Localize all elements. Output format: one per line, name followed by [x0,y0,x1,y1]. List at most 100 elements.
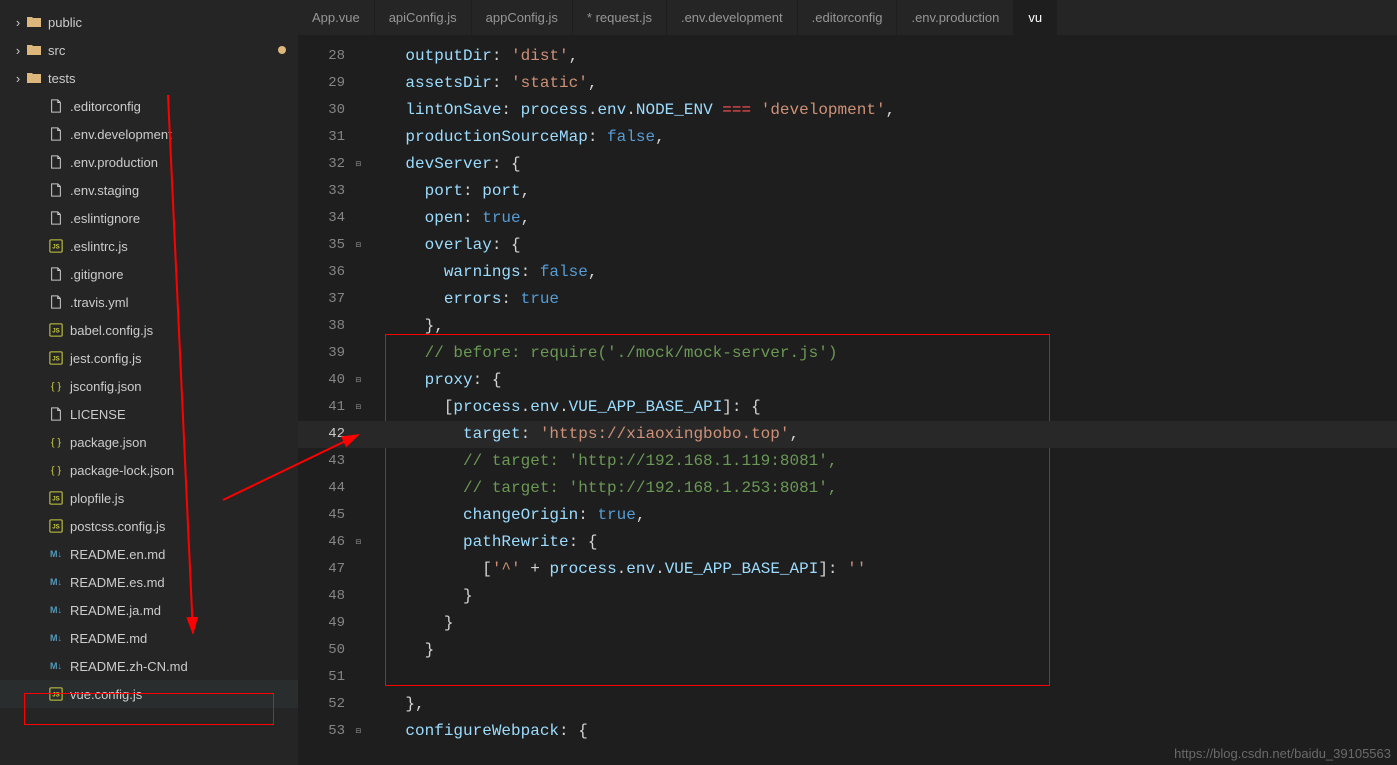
tab---request-js[interactable]: * request.js [573,0,667,35]
file--env-production[interactable]: .env.production [0,148,298,176]
fold-marker-icon[interactable]: ⊟ [356,394,361,421]
line-number: 34 [298,205,363,232]
code-line[interactable]: } [363,610,1397,637]
fold-marker-icon[interactable]: ⊟ [356,232,361,259]
code-line[interactable]: pathRewrite: { [363,529,1397,556]
tab-App-vue[interactable]: App.vue [298,0,375,35]
code-line[interactable]: // before: require('./mock/mock-server.j… [363,340,1397,367]
svg-text:{ }: { } [51,381,61,393]
file--travis-yml[interactable]: .travis.yml [0,288,298,316]
line-number: 51 [298,664,363,691]
svg-text:JS: JS [52,328,59,335]
file-postcss-config-js[interactable]: JSpostcss.config.js [0,512,298,540]
tab--editorconfig[interactable]: .editorconfig [798,0,898,35]
file-README-en-md[interactable]: M↓README.en.md [0,540,298,568]
file-label: README.md [70,631,298,646]
file-label: plopfile.js [70,491,298,506]
svg-text:JS: JS [52,244,59,251]
file-babel-config-js[interactable]: JS babel.config.js [0,316,298,344]
fold-marker-icon[interactable]: ⊟ [356,529,361,556]
file--gitignore[interactable]: .gitignore [0,260,298,288]
file-LICENSE[interactable]: LICENSE [0,400,298,428]
svg-text:JS: JS [52,692,59,699]
tab-vu[interactable]: vu [1014,0,1057,35]
fold-marker-icon[interactable]: ⊟ [356,151,361,178]
code-line[interactable]: open: true, [363,205,1397,232]
folder-icon [26,70,42,86]
js-file-icon: JS [48,238,64,254]
file--env-staging[interactable]: .env.staging [0,176,298,204]
folder-tests[interactable]: ›tests [0,64,298,92]
code-line[interactable]: lintOnSave: process.env.NODE_ENV === 'de… [363,97,1397,124]
file--eslintignore[interactable]: .eslintignore [0,204,298,232]
tab-apiConfig-js[interactable]: apiConfig.js [375,0,472,35]
file-label: .travis.yml [70,295,298,310]
js-file-icon: JS [48,518,64,534]
file-icon [48,294,64,310]
md-file-icon: M↓ [48,602,64,618]
folder-label: src [48,43,278,58]
file-vue-config-js[interactable]: JSvue.config.js [0,680,298,708]
code-line[interactable]: }, [363,313,1397,340]
file-README-ja-md[interactable]: M↓ README.ja.md [0,596,298,624]
code-line[interactable]: // target: 'http://192.168.1.253:8081', [363,475,1397,502]
code-line[interactable]: warnings: false, [363,259,1397,286]
svg-text:JS: JS [52,356,59,363]
folder-public[interactable]: ›public [0,8,298,36]
file-explorer[interactable]: ›public›src›tests.editorconfig.env.devel… [0,0,298,765]
code-line[interactable]: assetsDir: 'static', [363,70,1397,97]
code-line[interactable]: outputDir: 'dist', [363,43,1397,70]
file--env-development[interactable]: .env.development [0,120,298,148]
fold-marker-icon[interactable]: ⊟ [356,367,361,394]
file-package-json[interactable]: { }package.json [0,428,298,456]
line-number: 37 [298,286,363,313]
json-file-icon: { } [48,462,64,478]
code-line[interactable]: }, [363,691,1397,718]
js-file-icon: JS [48,322,64,338]
file-README-zh-CN-md[interactable]: M↓README.zh-CN.md [0,652,298,680]
code-line[interactable]: productionSourceMap: false, [363,124,1397,151]
folder-src[interactable]: ›src [0,36,298,64]
code-line[interactable]: devServer: { [363,151,1397,178]
code-line[interactable]: changeOrigin: true, [363,502,1397,529]
svg-text:{ }: { } [51,437,61,449]
file-label: .env.staging [70,183,298,198]
code-line[interactable]: port: port, [363,178,1397,205]
file-label: package-lock.json [70,463,298,478]
line-number: 30 [298,97,363,124]
file--eslintrc-js[interactable]: JS.eslintrc.js [0,232,298,260]
editor-tabs[interactable]: App.vueapiConfig.jsappConfig.js* request… [298,0,1397,35]
js-file-icon: JS [48,686,64,702]
line-number: 45 [298,502,363,529]
md-file-icon: M↓ [48,546,64,562]
code-line[interactable]: overlay: { [363,232,1397,259]
code-line[interactable]: } [363,637,1397,664]
code-line[interactable] [363,664,1397,691]
fold-marker-icon[interactable]: ⊟ [356,718,361,745]
line-gutter: 2829303132⊟333435⊟3637383940⊟41⊟42434445… [298,35,363,765]
code-line[interactable]: [process.env.VUE_APP_BASE_API]: { [363,394,1397,421]
code-line[interactable]: errors: true [363,286,1397,313]
code-line[interactable]: proxy: { [363,367,1397,394]
file-README-es-md[interactable]: M↓README.es.md [0,568,298,596]
tab-appConfig-js[interactable]: appConfig.js [472,0,573,35]
tab--env-production[interactable]: .env.production [897,0,1014,35]
code-line[interactable]: } [363,583,1397,610]
file-icon [48,406,64,422]
file-label: babel.config.js [70,323,298,338]
code-line[interactable]: // target: 'http://192.168.1.119:8081', [363,448,1397,475]
file--editorconfig[interactable]: .editorconfig [0,92,298,120]
code-line[interactable]: ['^' + process.env.VUE_APP_BASE_API]: '' [363,556,1397,583]
file-label: README.ja.md [70,603,298,618]
file-icon [48,266,64,282]
json-file-icon: { } [48,434,64,450]
file-package-lock-json[interactable]: { } package-lock.json [0,456,298,484]
file-README-md[interactable]: M↓README.md [0,624,298,652]
code-area[interactable]: outputDir: 'dist', assetsDir: 'static', … [363,35,1397,765]
line-number: 42 [298,421,363,448]
file-jest-config-js[interactable]: JSjest.config.js [0,344,298,372]
tab--env-development[interactable]: .env.development [667,0,798,35]
file-plopfile-js[interactable]: JSplopfile.js [0,484,298,512]
file-jsconfig-json[interactable]: { }jsconfig.json [0,372,298,400]
code-line[interactable]: configureWebpack: { [363,718,1397,745]
